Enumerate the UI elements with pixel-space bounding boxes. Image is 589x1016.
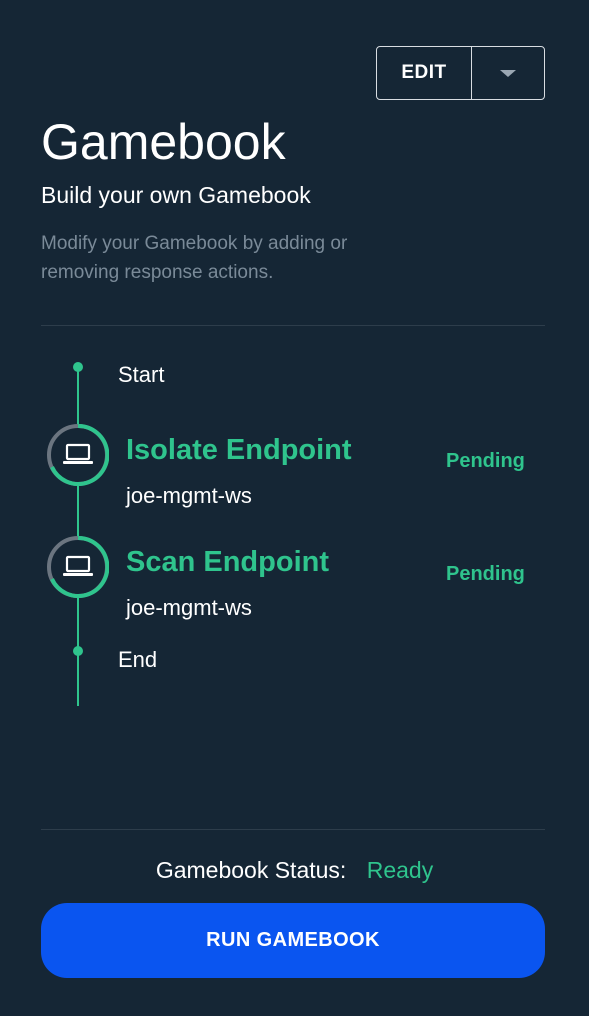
step-host: joe-mgmt-ws <box>126 483 252 508</box>
status-label: Gamebook Status: <box>155 857 347 883</box>
edit-dropdown-toggle[interactable] <box>472 47 544 99</box>
step-host: joe-mgmt-ws <box>126 595 252 620</box>
page-description: Modify your Gamebook by adding or removi… <box>41 233 348 283</box>
run-gamebook-button[interactable]: RUN GAMEBOOK <box>41 903 545 978</box>
step-name[interactable]: Isolate Endpoint <box>126 432 352 468</box>
top-divider <box>41 325 545 326</box>
gamebook-status: Gamebook Status: Ready <box>0 855 589 885</box>
step-status-badge: Pending <box>446 450 525 472</box>
status-value: Ready <box>366 857 434 883</box>
bottom-divider <box>41 829 545 830</box>
step-status-badge: Pending <box>446 563 525 585</box>
edit-button[interactable]: EDIT <box>377 47 472 99</box>
laptop-icon <box>47 424 109 486</box>
laptop-icon <box>47 536 109 598</box>
page-subtitle: Build your own Gamebook <box>41 182 311 208</box>
edit-split-button: EDIT <box>376 46 545 100</box>
page-title: Gamebook <box>41 114 286 170</box>
timeline-start-label: Start <box>118 362 165 387</box>
timeline-end-dot <box>73 646 83 656</box>
step-name[interactable]: Scan Endpoint <box>126 544 329 580</box>
timeline-end-label: End <box>118 647 158 672</box>
timeline-start-dot <box>73 362 83 372</box>
chevron-down-icon <box>500 69 516 77</box>
